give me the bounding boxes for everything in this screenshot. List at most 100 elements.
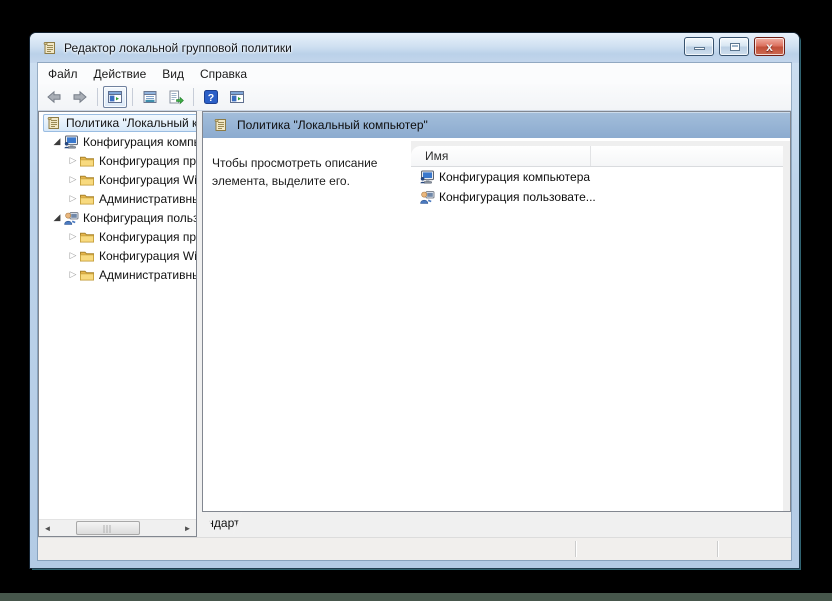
back-arrow-icon bbox=[47, 91, 61, 103]
menu-file[interactable]: Файл bbox=[40, 65, 86, 83]
minimize-icon bbox=[694, 47, 705, 50]
statusbar-separator bbox=[717, 541, 718, 557]
expander-expanded-icon[interactable]: ◢ bbox=[51, 136, 63, 147]
help-button[interactable] bbox=[199, 86, 223, 108]
folder-icon bbox=[80, 232, 94, 242]
items-list: Имя Конфигурация компьютера Конфигурация… bbox=[411, 146, 783, 511]
column-name[interactable]: Имя bbox=[411, 146, 591, 166]
tree-item-label: Конфигурация Windows bbox=[99, 172, 196, 187]
list-item-computer-config[interactable]: Конфигурация компьютера bbox=[411, 167, 783, 187]
tree-item-label: Конфигурация пользователя bbox=[83, 210, 196, 225]
view-tabs: Расширенный Стандартный bbox=[202, 512, 791, 537]
expander-collapsed-icon[interactable]: ▷ bbox=[67, 193, 79, 204]
expander-collapsed-icon[interactable]: ▷ bbox=[67, 250, 79, 261]
expander-collapsed-icon[interactable]: ▷ bbox=[67, 231, 79, 242]
tree-item-admin-templates[interactable]: ▷ Административные шаблоны bbox=[39, 189, 196, 208]
selection-hint-text: Чтобы просмотреть описание элемента, выд… bbox=[212, 156, 378, 188]
properties-button[interactable] bbox=[138, 86, 162, 108]
details-region: Политика "Локальный компьютер" Чтобы про… bbox=[202, 111, 791, 537]
scroll-left-icon[interactable]: ◄ bbox=[39, 520, 56, 536]
tree-item-computer-config[interactable]: ◢ Конфигурация компьютера bbox=[39, 132, 196, 151]
export-list-button[interactable] bbox=[164, 86, 188, 108]
gpo-scroll-icon bbox=[47, 116, 59, 129]
export-list-icon bbox=[169, 90, 184, 105]
list-item-label: Конфигурация пользовате... bbox=[439, 190, 596, 204]
window-title: Редактор локальной групповой политики bbox=[64, 41, 292, 55]
show-action-pane-button[interactable] bbox=[225, 86, 249, 108]
titlebar[interactable]: Редактор локальной групповой политики x bbox=[30, 33, 799, 63]
menu-view[interactable]: Вид bbox=[154, 65, 192, 83]
tab-label: Стандартный bbox=[206, 512, 242, 534]
help-icon bbox=[204, 90, 218, 105]
menu-help[interactable]: Справка bbox=[192, 65, 255, 83]
main-area: Политика "Локальный компьютер" ◢ Конфигу… bbox=[38, 111, 791, 537]
tree-item-windows-settings[interactable]: ▷ Конфигурация Windows bbox=[39, 170, 196, 189]
forward-arrow-icon bbox=[73, 91, 87, 103]
toolbar-separator bbox=[132, 88, 133, 106]
menu-bar: Файл Действие Вид Справка bbox=[38, 63, 791, 84]
console-tree-icon bbox=[108, 91, 122, 103]
tree-item-label: Конфигурация Windows bbox=[99, 248, 196, 263]
list-column-header: Имя bbox=[411, 146, 783, 167]
folder-icon bbox=[80, 175, 94, 185]
close-icon: x bbox=[766, 39, 773, 54]
desktop-background: Редактор локальной групповой политики x … bbox=[0, 0, 832, 601]
tree-item-software-settings[interactable]: ▷ Конфигурация программ bbox=[39, 151, 196, 170]
computer-config-icon bbox=[63, 135, 78, 149]
scrollbar-thumb[interactable] bbox=[76, 521, 140, 535]
back-button[interactable] bbox=[42, 86, 66, 108]
details-panel: Политика "Локальный компьютер" Чтобы про… bbox=[202, 111, 791, 512]
app-icon bbox=[43, 42, 55, 54]
selected-item-highlight: Политика "Локальный компьютер" bbox=[43, 113, 196, 132]
list-item-label: Конфигурация компьютера bbox=[439, 170, 591, 184]
folder-icon bbox=[80, 251, 94, 261]
tree-item-local-policy[interactable]: Политика "Локальный компьютер" bbox=[39, 113, 196, 132]
expander-collapsed-icon[interactable]: ▷ bbox=[67, 269, 79, 280]
horizontal-scrollbar[interactable]: ◄ ► bbox=[39, 519, 196, 536]
folder-icon bbox=[80, 156, 94, 166]
minimize-button[interactable] bbox=[684, 37, 714, 56]
tree: Политика "Локальный компьютер" ◢ Конфигу… bbox=[39, 113, 196, 519]
folder-icon bbox=[80, 194, 94, 204]
status-bar bbox=[38, 537, 791, 560]
tree-item-label: Конфигурация программ bbox=[99, 229, 196, 244]
tree-item-user-config[interactable]: ◢ Конфигурация пользователя bbox=[39, 208, 196, 227]
folder-icon bbox=[80, 270, 94, 280]
action-pane-icon bbox=[230, 91, 244, 103]
scroll-right-icon[interactable]: ► bbox=[179, 520, 196, 536]
tree-item-label: Политика "Локальный компьютер" bbox=[66, 115, 196, 130]
window-client-area: Файл Действие Вид Справка Политика "Лока… bbox=[38, 63, 791, 560]
column-empty[interactable] bbox=[591, 146, 605, 166]
console-tree-panel: Политика "Локальный компьютер" ◢ Конфигу… bbox=[38, 111, 197, 537]
tree-item-label: Административные шаблоны bbox=[99, 191, 196, 206]
maximize-button[interactable] bbox=[719, 37, 749, 56]
forward-button[interactable] bbox=[68, 86, 92, 108]
show-console-tree-button[interactable] bbox=[103, 86, 127, 108]
list-item-user-config[interactable]: Конфигурация пользовате... bbox=[411, 187, 783, 207]
details-header-title: Политика "Локальный компьютер" bbox=[237, 118, 428, 132]
toolbar-separator bbox=[193, 88, 194, 106]
tree-item-admin-templates-user[interactable]: ▷ Административные шаблоны bbox=[39, 265, 196, 284]
tree-item-windows-settings-user[interactable]: ▷ Конфигурация Windows bbox=[39, 246, 196, 265]
tree-item-software-settings-user[interactable]: ▷ Конфигурация программ bbox=[39, 227, 196, 246]
tree-item-label: Конфигурация программ bbox=[99, 153, 196, 168]
expander-expanded-icon[interactable]: ◢ bbox=[51, 212, 63, 223]
tree-item-label: Административные шаблоны bbox=[99, 267, 196, 282]
statusbar-separator bbox=[575, 541, 576, 557]
expander-collapsed-icon[interactable]: ▷ bbox=[67, 174, 79, 185]
properties-window-icon bbox=[143, 91, 157, 103]
maximize-icon bbox=[730, 43, 740, 51]
gpo-scroll-icon bbox=[214, 119, 226, 131]
app-window: Редактор локальной групповой политики x … bbox=[30, 33, 799, 568]
window-controls: x bbox=[684, 37, 785, 56]
toolbar bbox=[38, 84, 791, 111]
computer-config-icon bbox=[419, 170, 434, 184]
tree-item-label: Конфигурация компьютера bbox=[83, 134, 196, 149]
user-config-icon bbox=[64, 211, 79, 225]
user-config-icon bbox=[420, 191, 435, 204]
expander-collapsed-icon[interactable]: ▷ bbox=[67, 155, 79, 166]
toolbar-separator bbox=[97, 88, 98, 106]
menu-action[interactable]: Действие bbox=[86, 65, 155, 83]
details-body: Чтобы просмотреть описание элемента, выд… bbox=[203, 138, 790, 511]
close-button[interactable]: x bbox=[754, 37, 785, 56]
